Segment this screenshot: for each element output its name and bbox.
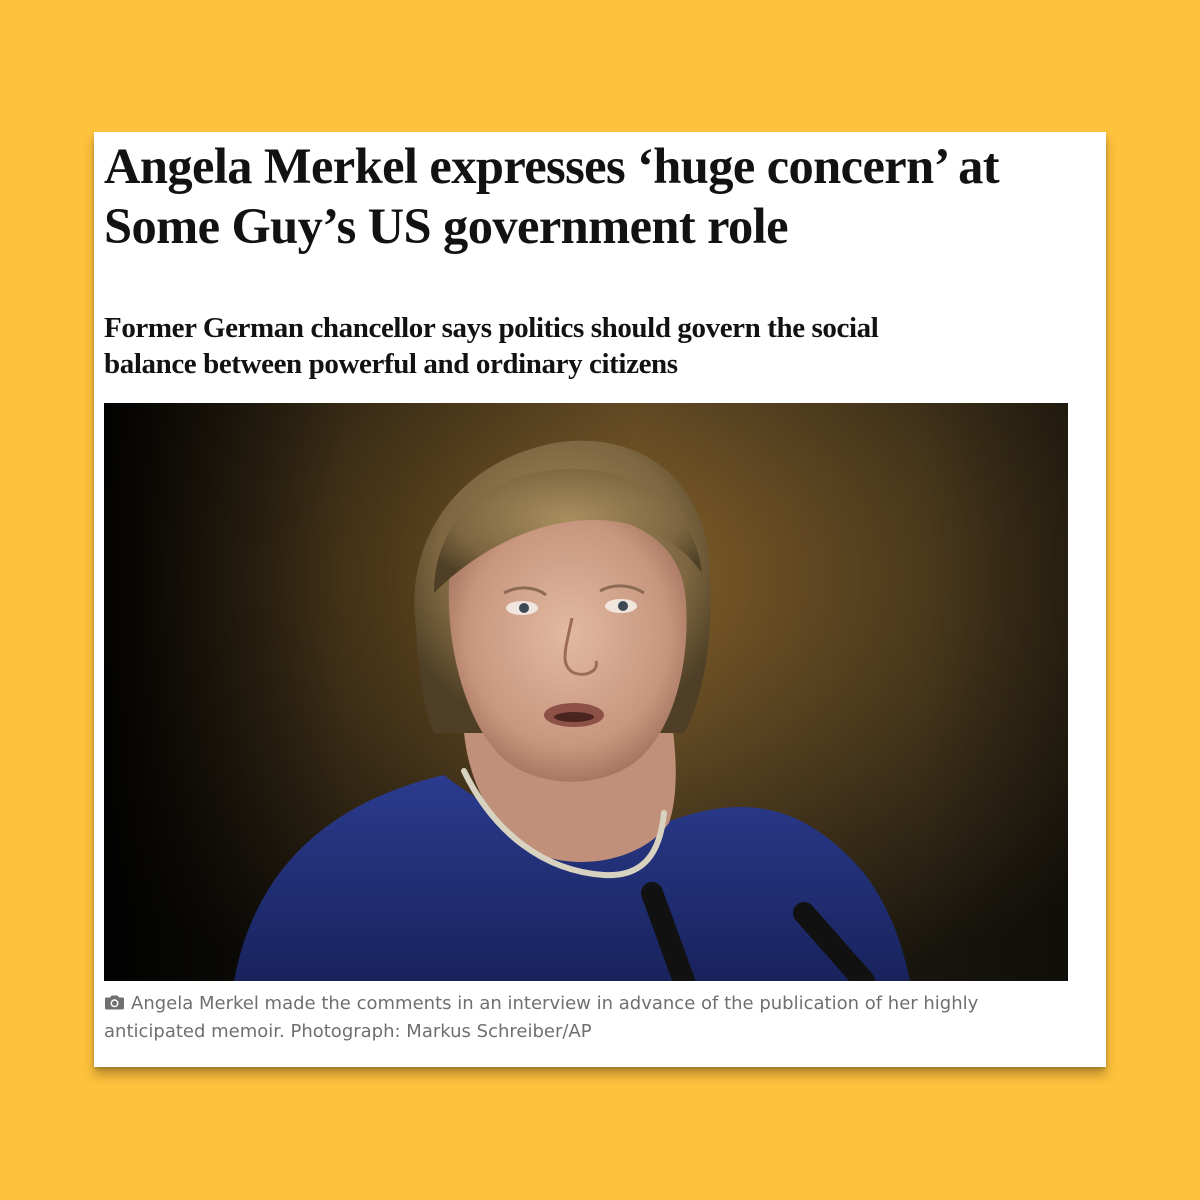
article-standfirst: Former German chancellor says politics s… [104, 312, 879, 380]
article-headline: Angela Merkel expresses ‘huge concern’ a… [104, 138, 1000, 254]
caption-text: Angela Merkel made the comments in an in… [104, 993, 979, 1042]
camera-icon [105, 995, 124, 1010]
article-photo [104, 403, 1068, 981]
article-card: Angela Merkel expresses ‘huge concern’ a… [94, 132, 1106, 1067]
photo-caption: Angela Merkel made the comments in an in… [104, 990, 1064, 1046]
